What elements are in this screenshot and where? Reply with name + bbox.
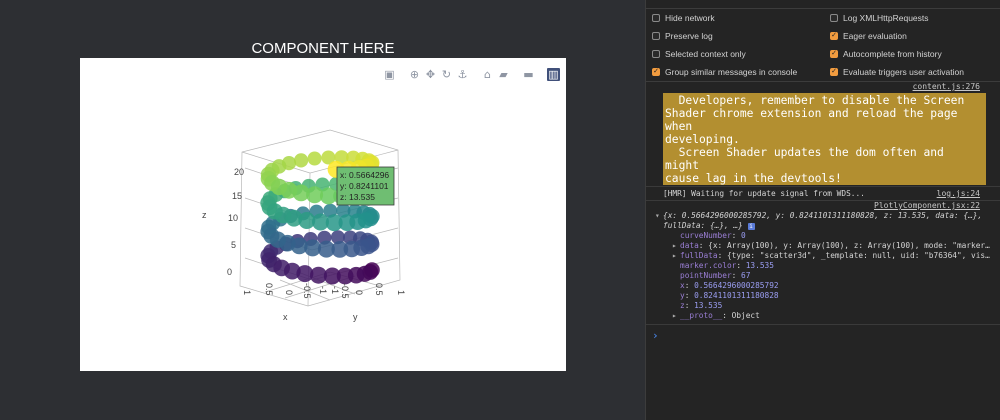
tick-label: 1 [396,290,406,295]
checkbox[interactable] [830,14,838,22]
option-label: Hide network [665,13,715,23]
prop-z: z: 13.535 [680,301,723,310]
console-prompt[interactable]: › [652,329,1000,342]
object-summary-line[interactable]: ▾ {x: 0.5664296000285792, y: 0.8241101311… [655,211,1000,220]
prop-fulldata[interactable]: ▸ fullData: {type: "scatter3d", _template… [672,251,1000,260]
tick-label: -1 [330,286,340,294]
prop-curve-number: curveNumber: 0 [680,231,746,240]
helix-marker[interactable] [306,186,324,204]
option-label: Eager evaluation [843,31,907,41]
hover-y: y: 0.8241101 [340,181,389,191]
tick-label: -1 [318,286,328,294]
hover-x: x: 0.5664296 [340,170,389,180]
helix-marker[interactable] [317,240,335,258]
option-evaluate-triggers[interactable]: ✓ Evaluate triggers user activation [830,65,964,79]
option-label: Evaluate triggers user activation [843,67,964,77]
prop-x: x: 0.5664296000285792 [680,281,779,290]
option-label: Preserve log [665,31,713,41]
console-toolbar [646,0,1000,9]
x-axis-marker: x [283,312,288,322]
scene-3d[interactable]: z 0 5 10 15 20 1 0.5 0 -0.5 -1 -1 -0.5 0… [80,58,566,371]
option-group-similar[interactable]: ✓ Group similar messages in console [652,65,797,79]
option-preserve-log[interactable]: Preserve log [652,29,713,43]
tick-label: 1 [242,290,252,295]
option-hide-network[interactable]: Hide network [652,11,715,25]
prop-point-number: pointNumber: 67 [680,271,751,280]
option-label: Log XMLHttpRequests [843,13,929,23]
z-tick-label: 0 [227,267,232,277]
z-tick-label: 20 [234,167,244,177]
prop-y: y: 0.8241101311180828 [680,291,779,300]
collapse-triangle-icon[interactable]: ▾ [655,211,663,220]
plotly-3d-chart[interactable]: ▣ ⊕ ✥ ↻ ⚓ ⌂ ▰ ▬ ▥ z 0 5 10 15 20 1 0.5 0… [80,58,566,371]
source-link-plotly-component[interactable]: PlotlyComponent.jsx:22 [874,201,980,210]
expand-triangle-icon[interactable]: ▸ [672,311,680,320]
checkbox[interactable]: ✓ [652,68,660,76]
console-output: content.js:276 Developers, remember to d… [646,82,1000,420]
source-link-content-js[interactable]: content.js:276 [913,82,980,91]
screen-shader-warning: Developers, remember to disable the Scre… [663,93,986,185]
tick-label: -0.5 [302,283,312,299]
helix-marker[interactable] [294,153,309,168]
source-link-log-js[interactable]: log.js:24 [937,189,980,198]
info-icon[interactable]: i [747,223,755,230]
prop-data[interactable]: ▸ data: {x: Array(100), y: Array(100), z:… [672,241,1000,250]
helix-marker[interactable] [307,151,322,166]
z-axis-label: z [202,210,207,220]
helix-marker[interactable] [310,266,327,284]
option-selected-context[interactable]: Selected context only [652,47,746,61]
devtools-console-panel: Hide network Log XMLHttpRequests Preserv… [645,0,1000,420]
component-title: COMPONENT HERE [251,40,395,57]
prop-proto[interactable]: ▸ __proto__: Object [672,311,1000,320]
option-autocomplete-history[interactable]: ✓ Autocomplete from history [830,47,942,61]
tick-label: 0 [354,290,364,295]
expand-triangle-icon[interactable]: ▸ [672,251,680,260]
expand-triangle-icon[interactable]: ▸ [672,241,680,250]
checkbox[interactable] [652,14,660,22]
helix-marker[interactable] [312,213,329,231]
tick-label: -0.5 [340,283,350,299]
object-summary-line-2: fullData: {…}, …} i [663,221,755,230]
bottom-tick-labels: 1 0.5 0 -0.5 -1 -1 -0.5 0 0.5 1 [242,283,406,299]
option-eager-evaluation[interactable]: ✓ Eager evaluation [830,29,907,43]
tick-label: 0 [284,290,294,295]
app-preview-pane: COMPONENT HERE ▣ ⊕ ✥ ↻ ⚓ ⌂ ▰ ▬ ▥ z 0 5 1… [0,0,645,420]
z-tick-label: 10 [228,213,238,223]
option-label: Selected context only [665,49,746,59]
option-label: Group similar messages in console [665,67,798,77]
checkbox[interactable] [652,32,660,40]
console-settings: Hide network Log XMLHttpRequests Preserv… [646,9,1000,82]
checkbox[interactable]: ✓ [830,32,838,40]
tick-label: 0.5 [264,283,274,296]
option-label: Autocomplete from history [843,49,942,59]
z-tick-label: 15 [232,191,242,201]
hover-tooltip: x: 0.5664296 y: 0.8241101 z: 13.535 [336,166,395,206]
checkbox[interactable]: ✓ [830,68,838,76]
hover-z: z: 13.535 [340,192,375,202]
checkbox[interactable] [652,50,660,58]
prop-marker-color: marker.color: 13.535 [680,261,774,270]
z-tick-label: 5 [231,240,236,250]
option-log-xhr[interactable]: Log XMLHttpRequests [830,11,929,25]
tick-label: 0.5 [374,283,384,296]
y-axis-marker: y [353,312,358,322]
checkbox[interactable]: ✓ [830,50,838,58]
